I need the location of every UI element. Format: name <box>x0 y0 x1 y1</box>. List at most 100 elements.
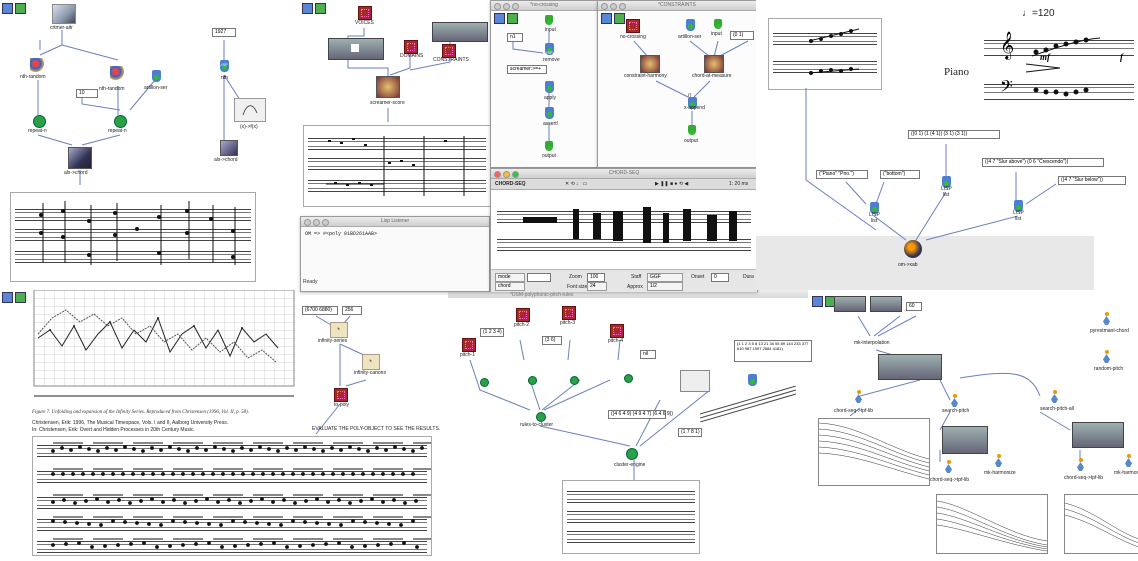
p8-instance-c[interactable] <box>942 426 988 454</box>
panel6-abort-button[interactable] <box>2 292 13 303</box>
cw-output-icon[interactable] <box>688 125 696 135</box>
domains-class-icon[interactable] <box>404 40 418 54</box>
list-bottom-box[interactable]: ("bottom") <box>880 170 920 179</box>
cluster-lisp-icon[interactable] <box>748 374 757 386</box>
const-10-box[interactable]: 10 <box>76 89 98 98</box>
panel1-chord-score[interactable] <box>10 192 256 282</box>
rule-node-d[interactable] <box>624 374 633 383</box>
list-a-box[interactable]: ((0 1) (1 (4 1)) (3 1) (3 1)) <box>908 130 1000 139</box>
voice-list-box[interactable]: (1 2 3 4) <box>480 328 504 337</box>
p8-instance-d[interactable] <box>1072 422 1124 448</box>
list-mid-box[interactable]: ((4 6 4 9) (4 9 4 7) (6 4 6 9)) <box>608 410 673 419</box>
mode2-select[interactable]: chord <box>495 282 525 291</box>
mode-field[interactable] <box>527 273 551 282</box>
onset-field[interactable]: 0 <box>711 273 729 282</box>
poly-note <box>99 523 103 527</box>
mode-select[interactable]: mode <box>495 273 525 282</box>
screamer-score-image[interactable] <box>376 76 400 98</box>
poly-note <box>77 541 81 545</box>
cw-input-icon[interactable] <box>714 19 722 29</box>
infinity-series-node[interactable]: ◔ <box>330 322 348 338</box>
cw-constraint-harmony-node[interactable] <box>640 55 660 73</box>
cluster-engine-node[interactable] <box>626 448 638 460</box>
nc-n1-box[interactable]: n1 <box>507 33 523 42</box>
search-pitch-all-icon[interactable] <box>1050 390 1060 404</box>
chord-seq-editor-window[interactable]: CHORD-SEQ CHORD-SEQ ✕ ⟲ ♩ ▭ ▶ ❚❚ ■ ● ⟲ ◀… <box>490 168 758 292</box>
harmonic-grid-c[interactable] <box>1064 494 1138 554</box>
rule-node-a[interactable] <box>480 378 489 387</box>
font-size-select[interactable]: 24 <box>587 282 607 291</box>
zoom-field[interactable]: 100 <box>587 273 605 282</box>
alx-chord-r-node[interactable] <box>220 140 238 156</box>
chord-seq-tpf-icon[interactable] <box>854 390 864 404</box>
omi-node-icon[interactable] <box>904 240 922 258</box>
rule-node-b[interactable] <box>528 376 537 385</box>
panel2-score[interactable] <box>303 125 491 207</box>
nc-apply-icon[interactable] <box>545 81 554 93</box>
infinity-canons-node[interactable]: ◔ <box>362 354 380 370</box>
polyrest-icon[interactable] <box>1102 312 1112 326</box>
nc-assert-icon[interactable] <box>545 107 554 119</box>
p8-central-instance[interactable] <box>878 354 942 380</box>
formula-node[interactable] <box>234 98 266 122</box>
nil-box[interactable]: nil <box>640 350 656 359</box>
list-slur-box[interactable]: ((4 7 "Slur above") (0 6 "Crescendo")) <box>982 158 1104 167</box>
constraints-class-icon[interactable] <box>442 44 456 58</box>
no-crossing-window[interactable]: *no-crossing input n1 LISP remove scream… <box>490 0 598 168</box>
alx-chord-image-node[interactable] <box>68 147 92 169</box>
nth-random-b-icon[interactable] <box>110 66 124 80</box>
poly-note <box>204 448 208 452</box>
chord-seq-image-node[interactable] <box>52 4 76 24</box>
approx-select[interactable]: 1/2 <box>647 282 683 291</box>
infinity-arg-a[interactable]: (6700 6880) <box>302 306 338 315</box>
poly-note <box>73 501 77 505</box>
harmonic-grid-b[interactable] <box>936 494 1048 554</box>
nth-random-a-icon[interactable] <box>30 58 44 72</box>
cw-chord-at-measure-node[interactable] <box>704 55 724 73</box>
repeat-n-b-node[interactable] <box>114 115 127 128</box>
cw-list-box[interactable]: (0 1) <box>730 31 754 40</box>
staff-select[interactable]: GGF <box>647 273 683 282</box>
cw-artillon-icon[interactable] <box>686 19 695 31</box>
infinity-arg-b[interactable]: 256 <box>342 306 362 315</box>
const-1927-box[interactable]: 1927 <box>212 28 236 37</box>
mk-harmonize-icon[interactable] <box>994 454 1004 468</box>
chordseq-transport[interactable]: ▶ ❚❚ ■ ● ⟲ ◀ <box>655 181 688 187</box>
alx-chord-r-label: alx->chord <box>214 157 238 163</box>
constraints-instance[interactable] <box>432 22 488 42</box>
chordseq-score[interactable] <box>493 191 755 267</box>
pitch-2-icon[interactable] <box>516 308 530 322</box>
infinity-poly-score[interactable] <box>32 436 432 556</box>
artillon-ser-icon[interactable] <box>152 70 161 82</box>
chord-seq-tpf2-icon[interactable] <box>944 460 954 474</box>
constraints-window[interactable]: *CONSTRAINTS no-crossing artillon-ser in… <box>597 0 757 168</box>
rnd-box[interactable]: (3 6) <box>542 336 562 345</box>
list-slur2-box[interactable]: ((4 7 "Slur below")) <box>1058 176 1126 185</box>
pitch-4-icon[interactable] <box>610 324 624 338</box>
search-pitch-icon[interactable] <box>950 394 960 408</box>
rules-to-cluster-node[interactable] <box>536 412 546 422</box>
nc-input-icon[interactable] <box>545 15 553 25</box>
poly-note <box>415 545 419 549</box>
list-names-box[interactable]: ("Piano" "Pno.") <box>816 170 868 179</box>
voices-instance[interactable] <box>328 38 384 60</box>
list-big-box[interactable]: (1 1 2 3 5 8 13 21 34 55 89 144 233 377 … <box>734 340 812 362</box>
cluster-result-score[interactable] <box>562 480 700 554</box>
pitch-3-icon[interactable] <box>562 306 576 320</box>
chord-seq-tpf3-icon[interactable] <box>1076 458 1086 472</box>
nc-screamer-box[interactable]: screamer:>=+ <box>507 65 547 74</box>
btn-label-box[interactable]: (1 7 8 1) <box>678 428 702 437</box>
voices-class-icon[interactable] <box>358 6 372 20</box>
harmonic-grid-a[interactable] <box>818 418 930 486</box>
nc-output-icon[interactable] <box>545 141 553 151</box>
rule-node-c[interactable] <box>570 376 579 385</box>
random-pitch-icon[interactable] <box>1102 350 1112 364</box>
chordseq-tools[interactable]: ✕ ⟲ ♩ ▭ <box>565 181 587 187</box>
poly-note <box>121 472 125 476</box>
cw-no-crossing-icon[interactable] <box>626 19 640 33</box>
pitch-1-icon[interactable] <box>462 338 476 352</box>
repeat-n-a-node[interactable] <box>33 115 46 128</box>
lisp-listener-window[interactable]: Lisp Listener OM => #<poly 81BD261AAB> R… <box>300 216 490 292</box>
mk-harm2-icon[interactable] <box>1124 454 1134 468</box>
to-poly-icon[interactable] <box>334 388 348 402</box>
